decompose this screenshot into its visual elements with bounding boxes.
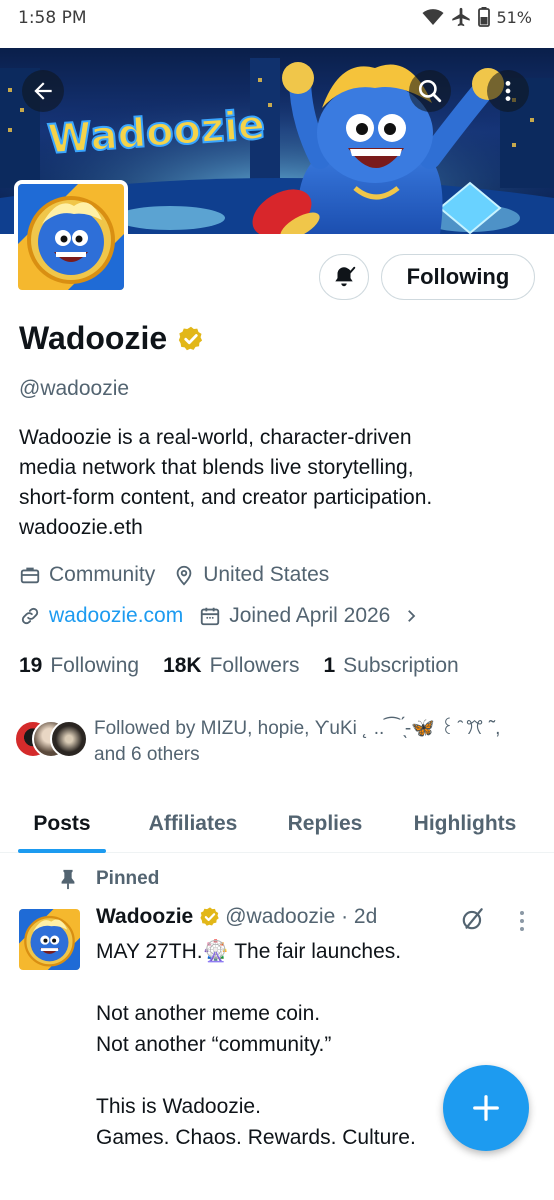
back-arrow-icon [34, 82, 52, 100]
profile-meta-row-1: Community United States [19, 563, 329, 587]
pin-icon [61, 869, 75, 890]
wifi-icon [422, 9, 444, 25]
location-pin-icon [176, 565, 192, 586]
compose-post-button[interactable] [443, 1065, 529, 1151]
followed-by-text: Followed by MIZU, hopie, ƳuKi ˛ ..⁀ ̖́-🦋… [94, 716, 544, 768]
status-time: 1:58 PM [18, 8, 87, 28]
post-line: Not another meme coin. [96, 1002, 321, 1025]
status-icons: 51% [422, 6, 532, 28]
post-more-button[interactable] [514, 908, 530, 939]
tab-label: Affiliates [148, 812, 238, 835]
bio: Wadoozie is a real-world, character-driv… [19, 423, 539, 543]
verified-badge-icon [200, 907, 219, 926]
verified-badge-icon[interactable] [177, 325, 205, 353]
post-header: Wadoozie @wadoozie · 2d [96, 905, 377, 929]
tab-label: Highlights [413, 812, 517, 835]
subscription-label: Subscription [343, 654, 459, 677]
profile-tabs: Posts Affiliates Replies Highlights [0, 795, 554, 853]
more-vertical-icon [520, 911, 524, 931]
post-author-avatar[interactable] [19, 909, 80, 970]
followers-count: 18K [163, 654, 202, 677]
search-button[interactable] [409, 70, 451, 112]
followed-by[interactable]: Followed by MIZU, hopie, ƳuKi ˛ ..⁀ ̖́-🦋… [14, 716, 544, 770]
airplane-icon [452, 7, 471, 27]
active-tab-indicator [18, 849, 106, 853]
subscription-count-link[interactable]: 1 Subscription [323, 654, 458, 678]
following-button[interactable]: Following [381, 254, 535, 300]
subscription-count: 1 [323, 654, 336, 677]
bio-line: media network that blends live storytell… [19, 456, 414, 479]
bio-line: wadoozie.eth [19, 516, 143, 539]
battery-percent: 51% [496, 7, 532, 27]
more-button[interactable] [487, 70, 529, 112]
profile-meta-row-2: wadoozie.com Joined April 2026 [19, 604, 420, 628]
tab-posts[interactable]: Posts [0, 795, 124, 853]
following-label: Following [50, 654, 140, 677]
chevron-right-icon [408, 610, 416, 622]
followed-by-line: Followed by MIZU, hopie, ƳuKi ˛ ..⁀ ̖́-🦋… [94, 718, 501, 739]
website-link[interactable]: wadoozie.com [49, 604, 183, 628]
pinned-label: Pinned [96, 868, 160, 889]
bell-subscribed-icon [335, 266, 356, 287]
grok-button[interactable] [460, 906, 486, 937]
notifications-button[interactable] [319, 254, 369, 300]
joined-item[interactable]: Joined April 2026 [199, 604, 420, 628]
bio-line: Wadoozie is a real-world, character-driv… [19, 426, 412, 449]
followers-count-link[interactable]: 18K Followers [163, 654, 299, 678]
profile-avatar[interactable] [14, 180, 128, 294]
post-author-handle: @wadoozie · 2d [225, 905, 378, 928]
bio-line: short-form content, and creator particip… [19, 486, 433, 509]
followed-by-avatars [14, 720, 90, 760]
status-bar: 1:58 PM 51% [0, 0, 554, 48]
category-label: Community [49, 563, 156, 586]
tab-label: Replies [287, 812, 363, 835]
tab-replies[interactable]: Replies [262, 795, 388, 853]
post-author-name[interactable]: Wadoozie [96, 905, 193, 929]
back-button[interactable] [22, 70, 64, 112]
tab-highlights[interactable]: Highlights [388, 795, 542, 853]
pinned-indicator: Pinned [58, 868, 159, 890]
website-item[interactable]: wadoozie.com [19, 604, 183, 628]
post-line [96, 967, 536, 998]
link-icon [21, 607, 39, 625]
followed-by-line: and 6 others [94, 744, 200, 765]
more-vertical-icon [505, 81, 511, 101]
display-name: Wadoozie [19, 320, 168, 356]
following-count-link[interactable]: 19 Following [19, 654, 139, 678]
joined-label: Joined April 2026 [229, 604, 391, 627]
following-count: 19 [19, 654, 43, 677]
briefcase-icon [20, 567, 40, 584]
location-item: United States [173, 563, 329, 587]
calendar-icon [201, 607, 220, 626]
tab-affiliates[interactable]: Affiliates [124, 795, 262, 853]
user-handle: @wadoozie [19, 377, 130, 400]
follow-counts: 19 Following 18K Followers 1 Subscription [19, 654, 459, 678]
post-line: MAY 27TH.🎡 The fair launches. [96, 940, 402, 963]
post-line: Not another “community.” [96, 1033, 332, 1056]
followers-label: Followers [209, 654, 300, 677]
battery-icon [478, 7, 491, 27]
category-item: Community [19, 563, 155, 587]
search-icon [418, 79, 442, 103]
tab-label: Posts [33, 812, 91, 835]
plus-icon [473, 1095, 499, 1121]
follower-avatar [50, 720, 88, 758]
grok-icon [462, 908, 483, 930]
location-label: United States [203, 563, 330, 586]
avatar-image [18, 184, 124, 290]
display-name-row: Wadoozie [19, 320, 205, 357]
